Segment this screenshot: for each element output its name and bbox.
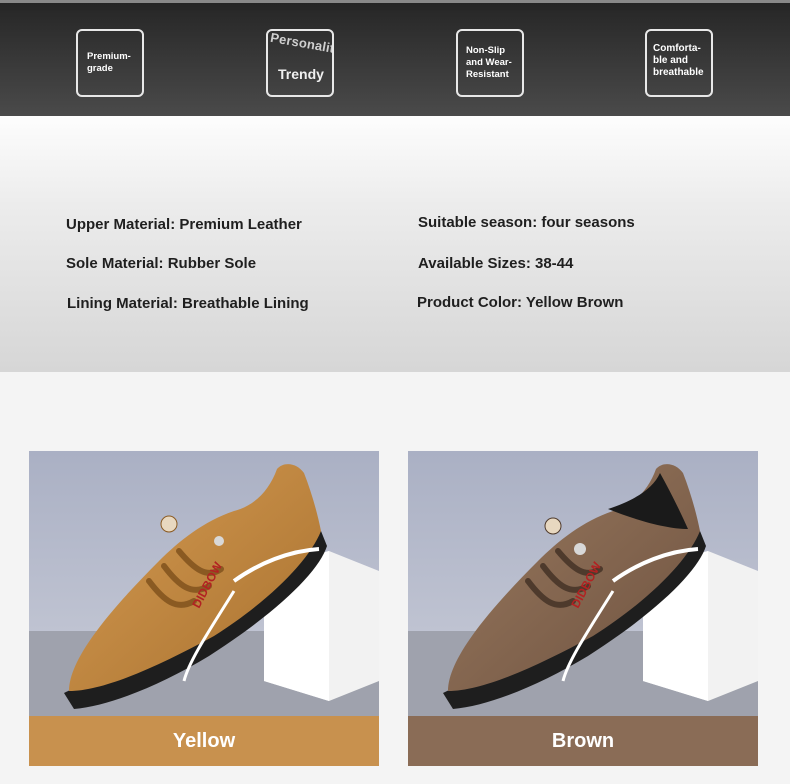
feature-badge-text: Trendy	[278, 66, 324, 82]
spec-sole-material: Sole Material: Rubber Sole	[66, 255, 257, 272]
feature-badge-text: Premium-grade	[87, 51, 131, 74]
spec-available-sizes: Available Sizes: 38-44	[418, 255, 574, 272]
feature-bar: Premium-grade Personality Trendy Non-Sli…	[0, 0, 790, 116]
feature-badge-breathable: Comforta-ble and breathable	[645, 29, 713, 97]
product-card-brown[interactable]: DIDBOW Brown	[408, 451, 758, 766]
feature-badge-arc-text: Personality	[269, 29, 334, 58]
product-detail-page: Premium-grade Personality Trendy Non-Sli…	[0, 0, 790, 784]
spec-upper-material: Upper Material: Premium Leather	[66, 216, 302, 233]
spec-suitable-season: Suitable season: four seasons	[418, 214, 635, 231]
feature-badge-premium: Premium-grade	[76, 29, 144, 97]
specs-section: Upper Material: Premium Leather Sole Mat…	[0, 116, 790, 372]
product-label-brown: Brown	[408, 716, 758, 766]
product-label-yellow: Yellow	[29, 716, 379, 766]
feature-badge-text: Non-Slip and Wear-Resistant	[466, 45, 512, 80]
spec-lining-material: Lining Material: Breathable Lining	[67, 295, 309, 312]
feature-badge-text: Comforta-ble and breathable	[653, 43, 704, 78]
spec-product-color: Product Color: Yellow Brown	[417, 294, 624, 311]
shoe-photo-yellow: DIDBOW	[29, 451, 379, 716]
feature-badge-non-slip: Non-Slip and Wear-Resistant	[456, 29, 524, 97]
shoe-photo-brown: DIDBOW	[408, 451, 758, 716]
product-card-yellow[interactable]: DIDBOW Yellow	[29, 451, 379, 766]
feature-badge-trendy: Personality Trendy	[266, 29, 334, 97]
